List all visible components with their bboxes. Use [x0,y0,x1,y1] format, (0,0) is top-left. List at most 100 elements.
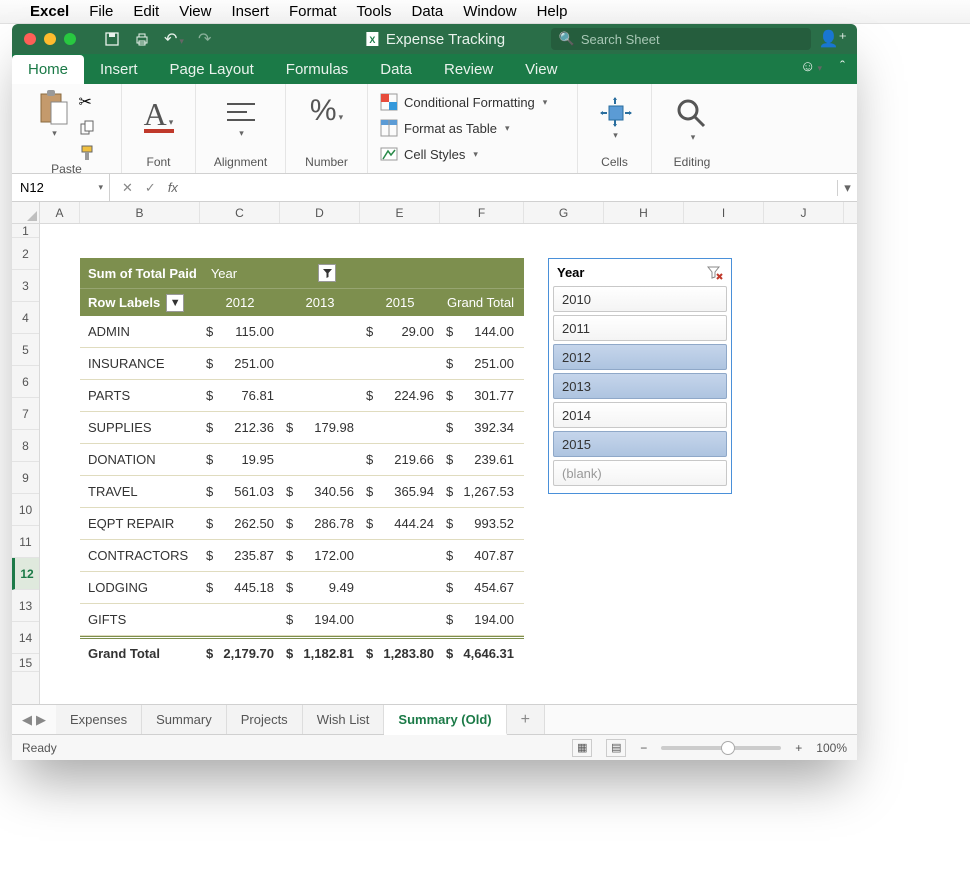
slicer-item-2013[interactable]: 2013 [553,373,727,399]
slicer-item-2012[interactable]: 2012 [553,344,727,370]
formula-input[interactable] [186,174,837,201]
smiley-icon[interactable]: ☺▾ [800,58,822,75]
row-header-10[interactable]: 10 [12,494,39,526]
col-header-F[interactable]: F [440,202,524,223]
pivot-row[interactable]: CONTRACTORS$235.87$172.00$407.87 [80,540,524,572]
search-sheet[interactable]: 🔍 Search Sheet [551,28,811,50]
menu-help[interactable]: Help [537,3,568,20]
slicer-item-(blank)[interactable]: (blank) [553,460,727,486]
number-button[interactable]: %▾ [310,88,343,128]
pivot-row[interactable]: PARTS$76.81$224.96$301.77 [80,380,524,412]
tab-formulas[interactable]: Formulas [270,55,365,84]
sheet-tab-expenses[interactable]: Expenses [56,705,142,734]
row-labels-dropdown-icon[interactable]: ▼ [166,294,184,312]
cells-area[interactable]: Sum of Total Paid Year Row Labels▼ 2012 … [40,246,857,704]
menu-window[interactable]: Window [463,3,516,20]
menu-data[interactable]: Data [412,3,444,20]
row-header-4[interactable]: 4 [12,302,39,334]
row-header-1[interactable]: 1 [12,224,39,238]
menu-tools[interactable]: Tools [357,3,392,20]
sheet-tab-projects[interactable]: Projects [227,705,303,734]
format-as-table-button[interactable]: Format as Table▾ [380,116,547,140]
print-icon[interactable] [134,31,150,47]
col-header-E[interactable]: E [360,202,440,223]
redo-icon[interactable]: ↷ [198,29,211,49]
menu-format[interactable]: Format [289,3,337,20]
row-header-6[interactable]: 6 [12,366,39,398]
format-painter-icon[interactable] [79,144,97,162]
accept-formula-icon[interactable]: ✓ [145,180,156,196]
col-header-A[interactable]: A [40,202,80,223]
cut-icon[interactable]: ✂ [79,92,97,112]
cell-styles-button[interactable]: Cell Styles▾ [380,142,547,166]
sheet-nav-next-icon[interactable]: ▶ [36,712,46,728]
col-header-H[interactable]: H [604,202,684,223]
menu-insert[interactable]: Insert [231,3,269,20]
slicer-clear-filter-icon[interactable] [707,266,723,280]
pivot-row[interactable]: INSURANCE$251.00$251.00 [80,348,524,380]
tab-insert[interactable]: Insert [84,55,154,84]
minimize-window-button[interactable] [44,33,56,45]
sheet-nav-prev-icon[interactable]: ◀ [22,712,32,728]
cancel-formula-icon[interactable]: ✕ [122,180,133,196]
font-button[interactable]: A▾ [144,88,174,133]
pivot-row[interactable]: SUPPLIES$212.36$179.98$392.34 [80,412,524,444]
pivot-grand-total-row[interactable]: Grand Total$2,179.70$1,182.81$1,283.80$4… [80,636,524,668]
slicer-item-2010[interactable]: 2010 [553,286,727,312]
slicer-item-2011[interactable]: 2011 [553,315,727,341]
zoom-in-icon[interactable]: + [795,741,802,755]
pivot-row[interactable]: ADMIN$115.00$29.00$144.00 [80,316,524,348]
row-header-8[interactable]: 8 [12,430,39,462]
slicer-item-2015[interactable]: 2015 [553,431,727,457]
sheet-tab-wish-list[interactable]: Wish List [303,705,385,734]
pivot-row[interactable]: EQPT REPAIR$262.50$286.78$444.24$993.52 [80,508,524,540]
row-header-15[interactable]: 15 [12,654,39,672]
zoom-slider[interactable] [661,746,781,750]
pivot-year-filter-icon[interactable] [318,264,336,282]
tab-page-layout[interactable]: Page Layout [154,55,270,84]
conditional-formatting-button[interactable]: Conditional Formatting▾ [380,90,547,114]
row-header-2[interactable]: 2 [12,238,39,270]
menu-edit[interactable]: Edit [133,3,159,20]
view-page-layout-icon[interactable]: ▤ [606,739,626,757]
share-icon[interactable]: 👤⁺ [819,29,847,49]
editing-button[interactable]: ▾ [674,88,710,143]
slicer-item-2014[interactable]: 2014 [553,402,727,428]
row-header-13[interactable]: 13 [12,590,39,622]
pivot-row[interactable]: LODGING$445.18$9.49$454.67 [80,572,524,604]
select-all-corner[interactable] [12,202,40,224]
col-header-C[interactable]: C [200,202,280,223]
zoom-level[interactable]: 100% [816,741,847,755]
tab-view[interactable]: View [509,55,573,84]
col-header-D[interactable]: D [280,202,360,223]
col-header-J[interactable]: J [764,202,844,223]
row-header-12[interactable]: 12 [12,558,39,590]
copy-icon[interactable] [79,120,97,136]
row-header-7[interactable]: 7 [12,398,39,430]
pivot-row[interactable]: DONATION$19.95$219.66$239.61 [80,444,524,476]
menu-app[interactable]: Excel [30,3,69,20]
row-header-3[interactable]: 3 [12,270,39,302]
close-window-button[interactable] [24,33,36,45]
pivot-row[interactable]: TRAVEL$561.03$340.56$365.94$1,267.53 [80,476,524,508]
menu-file[interactable]: File [89,3,113,20]
col-header-G[interactable]: G [524,202,604,223]
sheet-tab-summary[interactable]: Summary [142,705,227,734]
tab-review[interactable]: Review [428,55,509,84]
zoom-out-icon[interactable]: − [640,741,647,755]
tab-data[interactable]: Data [364,55,428,84]
row-header-9[interactable]: 9 [12,462,39,494]
col-header-B[interactable]: B [80,202,200,223]
paste-button[interactable]: ▾ [37,88,71,139]
name-box[interactable]: N12▾ [12,174,110,201]
collapse-ribbon-icon[interactable]: ˆ [840,58,845,75]
add-sheet-button[interactable]: + [507,705,545,734]
fx-icon[interactable]: fx [168,180,186,195]
zoom-window-button[interactable] [64,33,76,45]
view-normal-icon[interactable]: ▦ [572,739,592,757]
grid[interactable]: 123456789101112131415 Sum of Total Paid … [12,224,857,704]
sheet-tab-summary-old-[interactable]: Summary (Old) [384,705,506,735]
menu-view[interactable]: View [179,3,211,20]
undo-icon[interactable]: ↶▾ [164,29,184,49]
save-icon[interactable] [104,31,120,47]
